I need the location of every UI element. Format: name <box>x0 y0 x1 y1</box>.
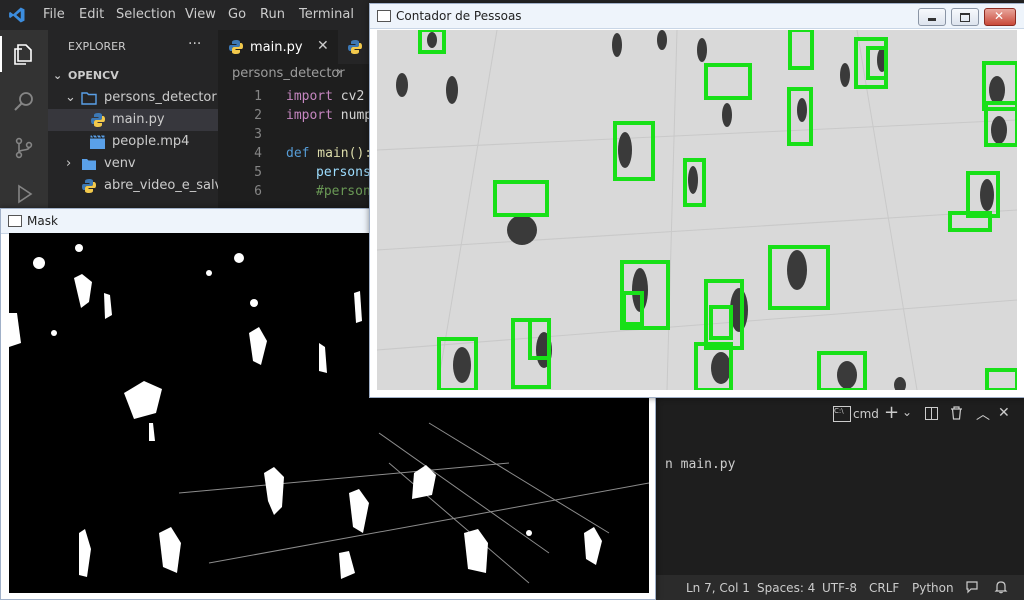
search-icon[interactable] <box>12 90 36 114</box>
trash-icon[interactable] <box>950 406 963 420</box>
chevron-down-icon[interactable]: ⌄ <box>902 405 912 419</box>
folder-icon <box>82 159 96 170</box>
feedback-icon[interactable] <box>965 580 979 594</box>
status-eol[interactable]: CRLF <box>869 581 899 595</box>
line-number: 1 <box>254 89 262 104</box>
minimize-button[interactable] <box>918 8 946 26</box>
chevron-down-icon: ⌄ <box>65 90 76 105</box>
run-debug-icon[interactable] <box>12 182 36 206</box>
maximize-panel-icon[interactable]: ︿ <box>976 404 990 424</box>
folder-open-icon <box>81 92 97 105</box>
close-icon[interactable]: ✕ <box>317 38 329 54</box>
tab-main-py[interactable]: main.py ✕ <box>218 30 338 64</box>
status-indentation[interactable]: Spaces: 4 <box>757 581 815 595</box>
python-icon <box>91 113 105 127</box>
counter-window-title: Contador de Pessoas <box>396 9 522 23</box>
breadcrumb[interactable]: persons_detector <box>232 66 345 81</box>
menu-go[interactable]: Go <box>228 7 246 22</box>
python-icon <box>82 179 96 193</box>
tree-item-people-mp4[interactable]: people.mp4 <box>48 131 218 153</box>
line-number: 4 <box>254 146 262 161</box>
menu-view[interactable]: View <box>185 7 216 22</box>
tree-item-venv[interactable]: › venv <box>48 153 218 175</box>
explorer-header: EXPLORER <box>68 40 126 53</box>
explorer-panel: EXPLORER ··· ⌄ OPENCV ⌄ persons_detector… <box>48 30 234 220</box>
code-line[interactable]: #person <box>316 184 371 199</box>
line-number: 2 <box>254 108 262 123</box>
code-line[interactable]: def main(): <box>286 146 372 161</box>
terminal-icon: C:\ <box>833 406 851 422</box>
files-icon[interactable] <box>12 42 36 66</box>
line-number: 5 <box>254 165 262 180</box>
terminal-panel[interactable] <box>656 397 1024 575</box>
workspace-root[interactable]: ⌄ OPENCV <box>48 65 218 87</box>
window-icon <box>8 215 22 227</box>
menu-run[interactable]: Run <box>260 7 285 22</box>
menu-file[interactable]: File <box>43 7 65 22</box>
python-icon <box>229 40 243 54</box>
add-terminal-icon[interactable]: + <box>884 402 899 423</box>
tree-item-abre-video[interactable]: abre_video_e_salv... <box>48 175 234 197</box>
explorer-more-button[interactable]: ··· <box>188 36 201 52</box>
close-icon[interactable]: ✕ <box>998 405 1010 421</box>
terminal-output: n main.py <box>665 457 736 472</box>
counter-window[interactable]: Contador de Pessoas ✕ <box>369 3 1024 398</box>
code-line[interactable]: import cv2 <box>286 89 364 104</box>
menu-terminal[interactable]: Terminal <box>299 7 354 22</box>
video-file-icon <box>90 135 105 149</box>
status-cursor-position[interactable]: Ln 7, Col 1 <box>686 581 750 595</box>
counter-window-titlebar[interactable]: Contador de Pessoas ✕ <box>370 4 1024 29</box>
code-line[interactable]: import nump <box>286 108 372 123</box>
chevron-right-icon: › <box>336 64 342 80</box>
status-language[interactable]: Python <box>912 581 954 595</box>
vscode-logo-icon <box>9 7 25 23</box>
tab-label: main.py <box>250 40 303 55</box>
close-button[interactable]: ✕ <box>984 8 1016 26</box>
menu-edit[interactable]: Edit <box>79 7 104 22</box>
status-bar: Ln 7, Col 1 Spaces: 4 UTF-8 CRLF Python <box>656 575 1024 600</box>
line-number: 3 <box>254 127 262 142</box>
tree-item-persons-detector[interactable]: ⌄ persons_detector <box>48 87 218 109</box>
tree-item-main-py[interactable]: main.py <box>48 109 218 131</box>
source-control-icon[interactable] <box>12 136 36 160</box>
python-icon[interactable] <box>347 39 363 55</box>
line-number: 6 <box>254 184 262 199</box>
activity-bar <box>0 30 48 220</box>
window-icon <box>377 10 391 22</box>
maximize-button[interactable] <box>951 8 979 26</box>
chevron-right-icon: › <box>66 156 72 171</box>
code-line[interactable]: persons <box>316 165 371 180</box>
chevron-down-icon: ⌄ <box>53 69 63 82</box>
mask-window-title: Mask <box>27 214 58 228</box>
video-frame <box>377 30 1017 390</box>
terminal-shell-label[interactable]: cmd <box>853 407 879 421</box>
menu-selection[interactable]: Selection <box>116 7 176 22</box>
status-encoding[interactable]: UTF-8 <box>822 581 857 595</box>
bell-icon[interactable] <box>994 580 1008 594</box>
close-icon: ✕ <box>994 9 1005 23</box>
split-terminal-icon[interactable] <box>925 407 938 420</box>
video-frame-graphic <box>377 30 1017 390</box>
active-indicator <box>0 36 2 72</box>
